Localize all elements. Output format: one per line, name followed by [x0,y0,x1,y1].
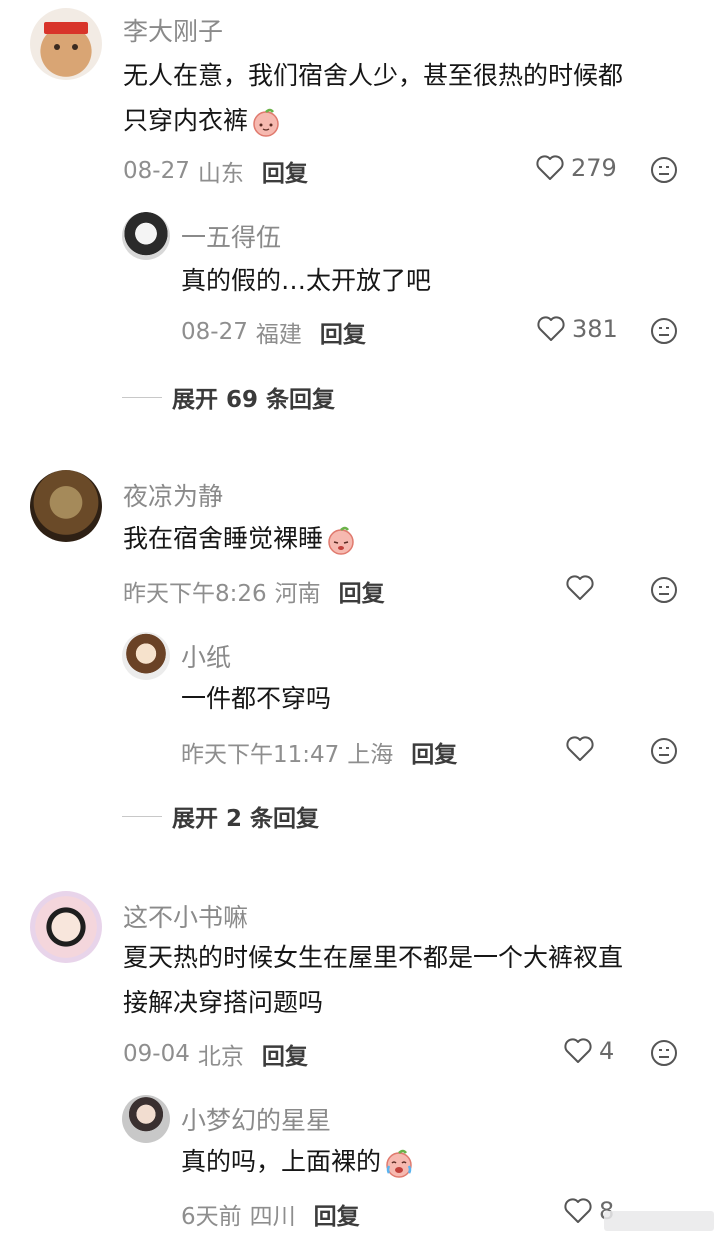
like-button[interactable] [565,735,595,763]
divider [122,396,162,398]
reply-button[interactable]: 回复 [339,574,385,608]
expand-replies-button[interactable]: 展开 69 条回复 [122,380,335,414]
like-count: 279 [571,154,617,182]
expand-label: 展开 69 条回复 [172,387,336,413]
reply-location: 上海 [347,742,394,768]
reply-username[interactable]: 一五得伍 [181,218,281,254]
comment-date: 09-04 [123,1041,190,1067]
reply-text: 一件都不穿吗 [181,684,332,713]
comment-text: 无人在意，我们宿舍人少，甚至很热的时候都 只穿内衣裤 [123,53,623,143]
comment-date: 08-27 [123,158,190,184]
comment-text-line: 无人在意，我们宿舍人少，甚至很热的时候都 [123,61,624,90]
reply-button[interactable]: 回复 [320,315,366,349]
heart-outline-icon [564,1198,592,1223]
reply-text: 真的吗，上面裸的 [181,1139,415,1184]
comment-text-line: 夏天热的时候女生在屋里不都是一个大裤衩直 [123,943,624,972]
comment-1: 李大刚子 无人在意，我们宿舍人少，甚至很热的时候都 只穿内衣裤 08-27 山东… [0,0,720,440]
reply-meta: 08-27 福建 回复 [181,315,366,349]
neutral-face-icon[interactable] [650,737,678,765]
heart-outline-icon [537,316,565,341]
comment-meta: 昨天下午8:26 河南 回复 [123,574,385,608]
neutral-face-icon[interactable] [650,317,678,345]
comment-2: 夜凉为静 我在宿舍睡觉裸睡 昨天下午8:26 河南 回复 小纸 一件都不穿吗 昨… [0,462,720,862]
reply-avatar[interactable] [122,212,170,260]
username[interactable]: 夜凉为静 [123,477,223,513]
comment-text-line: 接解决穿搭问题吗 [123,988,324,1017]
reply-date: 6天前 [181,1204,242,1230]
username[interactable]: 李大刚子 [123,12,223,48]
comment-text: 夏天热的时候女生在屋里不都是一个大裤衩直 接解决穿搭问题吗 [123,935,623,1025]
reply-button[interactable]: 回复 [262,1037,308,1071]
reply-username[interactable]: 小纸 [181,638,231,674]
like-count: 4 [599,1037,615,1065]
neutral-face-icon[interactable] [650,576,678,604]
reply-avatar[interactable] [122,632,170,680]
divider [122,815,162,817]
heart-outline-icon [564,1038,592,1063]
comment-text: 我在宿舍睡觉裸睡 [123,516,357,561]
reply-date: 昨天下午11:47 [181,742,340,768]
watermark [604,1211,714,1231]
crying-laughing-peach-emoji-icon [386,1149,412,1178]
reply-text: 真的假的…太开放了吧 [181,266,432,295]
expand-label: 展开 2 条回复 [172,806,320,832]
neutral-face-icon[interactable] [650,1039,678,1067]
comment-location: 山东 [197,161,244,187]
heart-outline-icon [536,155,564,180]
comment-text-line: 我在宿舍睡觉裸睡 [123,516,357,561]
like-button[interactable]: 381 [536,315,618,343]
reply-username[interactable]: 小梦幻的星星 [181,1101,331,1137]
avatar[interactable] [30,8,102,80]
expand-replies-button[interactable]: 展开 2 条回复 [122,799,319,833]
reply-meta: 昨天下午11:47 上海 回复 [181,735,457,769]
reply-location: 福建 [255,322,302,348]
comment-meta: 08-27 山东 回复 [123,154,308,188]
like-button[interactable] [565,574,595,602]
shy-peach-emoji-icon [253,108,279,137]
reply-button[interactable]: 回复 [411,735,457,769]
comment-location: 北京 [197,1044,244,1070]
comment-location: 河南 [274,581,321,607]
sad-peach-emoji-icon [328,526,354,555]
reply-location: 四川 [249,1204,296,1230]
reply-avatar[interactable] [122,1095,170,1143]
reply-meta: 6天前 四川 回复 [181,1197,360,1231]
like-button[interactable]: 279 [535,154,617,182]
avatar[interactable] [30,891,102,963]
comment-meta: 09-04 北京 回复 [123,1037,308,1071]
comment-text-line: 只穿内衣裤 [123,98,623,143]
heart-outline-icon [566,736,594,761]
neutral-face-icon[interactable] [650,156,678,184]
avatar[interactable] [30,470,102,542]
like-button[interactable]: 4 [563,1037,614,1065]
like-count: 381 [572,315,618,343]
reply-button[interactable]: 回复 [262,154,308,188]
reply-button[interactable]: 回复 [314,1197,360,1231]
comment-date: 昨天下午8:26 [123,581,267,607]
heart-outline-icon [566,575,594,600]
comment-3: 这不小书嘛 夏天热的时候女生在屋里不都是一个大裤衩直 接解决穿搭问题吗 09-0… [0,884,720,1235]
reply-date: 08-27 [181,319,248,345]
username[interactable]: 这不小书嘛 [123,898,248,934]
